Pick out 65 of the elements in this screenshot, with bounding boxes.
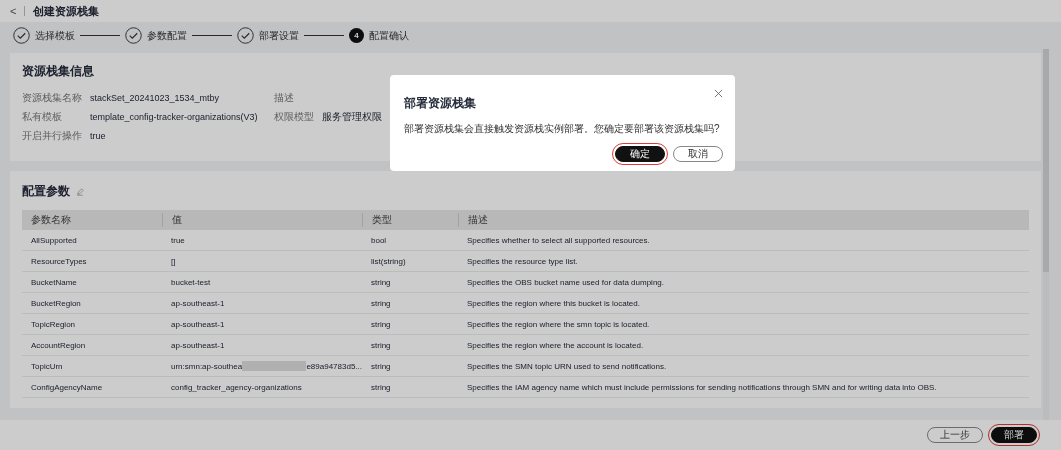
table-cell-text: string (370, 361, 392, 371)
dialog-message: 部署资源栈集会直接触发资源栈实例部署。您确定要部署该资源栈集吗? (404, 122, 721, 136)
table-cell-text: bool (370, 235, 388, 245)
table-cell-text: string (370, 319, 392, 329)
table-cell-text: Specifies the OBS bucket name used for data dumping. (466, 277, 665, 287)
back-button[interactable]: < (10, 5, 17, 17)
step-label: 配置确认 (369, 28, 409, 43)
edit-icon[interactable] (76, 187, 84, 196)
table-cell: ap-southeast-1 (171, 340, 225, 350)
close-icon[interactable] (714, 89, 723, 98)
table-cell-text: ConfigAgencyName (30, 382, 104, 392)
table-cell: bucket-test (171, 277, 211, 287)
table-cell-text: string (370, 340, 392, 350)
footer-button[interactable]: 上一步 (927, 427, 983, 443)
table-cell-text: TopicRegion (30, 319, 77, 329)
table-cell: urn:smn:ap-southea (171, 361, 243, 371)
section-title: 配置参数 (22, 183, 70, 200)
scrollbar[interactable] (1043, 49, 1049, 420)
table-cell: ap-southeast-1 (171, 319, 225, 329)
step-label: 参数配置 (147, 28, 187, 43)
dialog-button[interactable]: 确定 (615, 146, 665, 162)
field-label: 私有模板 (22, 111, 63, 123)
step-number: 4 (349, 28, 364, 43)
section-title: 资源栈集信息 (22, 63, 95, 80)
table-cell-text: ResourceTypes (30, 256, 88, 266)
table-cell-text: string (370, 298, 392, 308)
table-cell: config_tracker_agency-organizations (171, 382, 302, 392)
table-cell: true (171, 235, 185, 245)
table-cell: [] (171, 256, 176, 266)
column-header: 参数名称 (30, 213, 72, 227)
dialog-title: 部署资源栈集 (404, 95, 476, 112)
table-cell-text: Specifies the region where the account is located. (466, 340, 645, 350)
field-label: 开启并行操作 (22, 130, 82, 142)
table-cell-text: TopicUrn (30, 361, 64, 371)
field-value: 服务管理权限 (321, 111, 383, 123)
redacted-block (242, 361, 307, 371)
table-cell-text: Specifies the region where the smn topic is located. (466, 319, 651, 329)
footer-button[interactable]: 部署 (991, 427, 1037, 443)
field-label: 描述 (273, 92, 295, 104)
table-cell-text: Specifies the region where this bucket is located. (466, 298, 641, 308)
step-label: 部署设置 (259, 28, 299, 43)
table-cell-text: list(string) (370, 256, 407, 266)
table-cell-text: Specifies the SMN topic URN used to send notifications. (466, 361, 668, 371)
field-label: 权限模型 (273, 111, 314, 123)
table-cell-text: AccountRegion (30, 340, 87, 350)
table-cell-text: Specifies whether to select all supported resources. (466, 235, 651, 245)
step-label: 选择模板 (35, 28, 75, 43)
page-title: 创建资源栈集 (33, 3, 100, 19)
column-header: 描述 (458, 213, 1029, 227)
field-label: 资源栈集名称 (22, 92, 82, 104)
table-cell: ap-southeast-1 (171, 298, 225, 308)
table-cell-text: string (370, 382, 392, 392)
field-value: template_config-tracker-organizations(V3) (90, 111, 258, 123)
field-value: stackSet_20241023_1534_mtby (90, 92, 221, 104)
column-header: 值 (162, 213, 362, 227)
table-cell-text: string (370, 277, 392, 287)
table-cell-text: Specifies the IAM agency name which must include permissions for sending notifications through SMN and for writing data into OBS. (466, 382, 938, 392)
table-cell: e89a94783d5... (306, 361, 362, 371)
column-header: 类型 (362, 213, 458, 227)
table-cell-text: Specifies the resource type list. (466, 256, 579, 266)
table-cell-text: BucketRegion (30, 298, 82, 308)
table-cell-text: BucketName (30, 277, 78, 287)
field-value: true (90, 130, 107, 142)
dialog-button[interactable]: 取消 (673, 146, 723, 162)
table-cell-text: AllSupported (30, 235, 78, 245)
